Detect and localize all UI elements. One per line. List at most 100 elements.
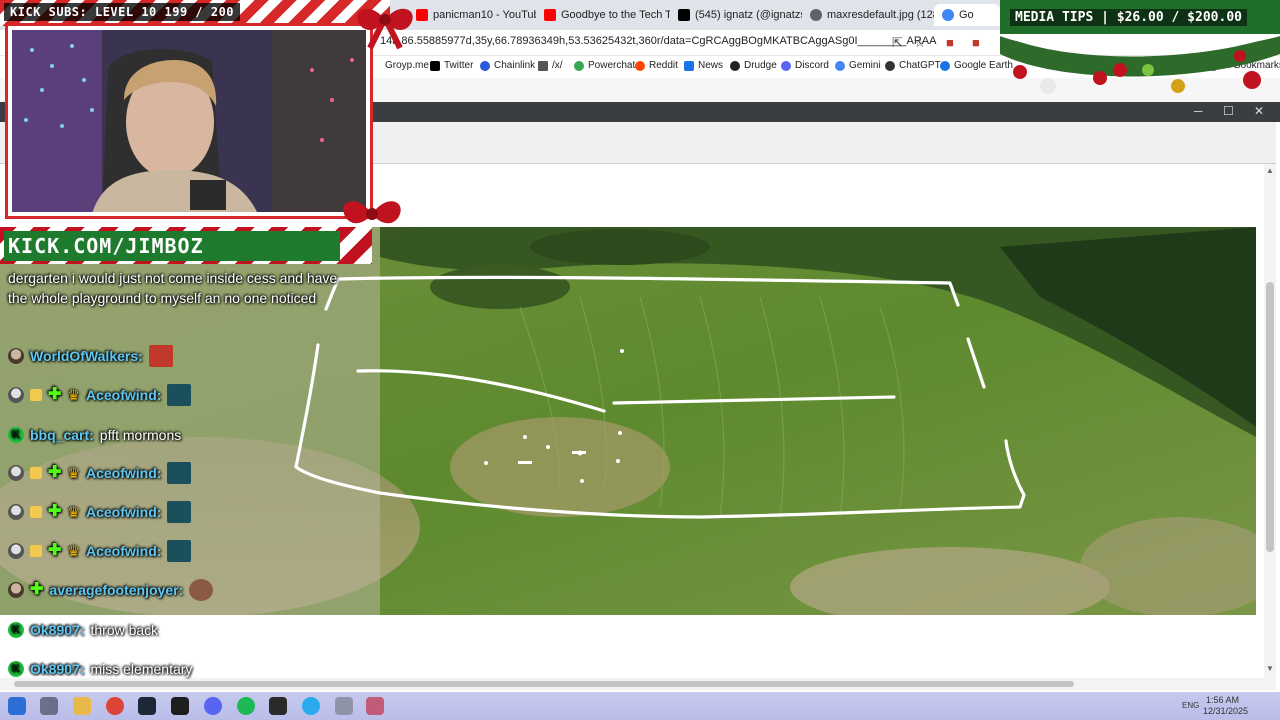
- chat-username[interactable]: Aceofwind:: [86, 543, 161, 559]
- chat-message: ✚ ♛ Aceofwind:: [8, 500, 192, 524]
- sub-gifter-badge-icon: ✚: [30, 581, 44, 598]
- bookmark-label: /x/: [552, 60, 563, 71]
- bookmark-label: Drudge: [744, 60, 777, 71]
- chrome-icon[interactable]: [106, 697, 124, 715]
- chat-username[interactable]: bbq_cart:: [30, 427, 94, 443]
- bookmark-label: Gemini: [849, 60, 881, 71]
- sub-gifter-badge-icon: ✚: [48, 464, 62, 481]
- discord-icon[interactable]: [204, 697, 222, 715]
- chat-username[interactable]: WorldOfWalkers:: [30, 348, 143, 364]
- media-tips-bar: MEDIA TIPS | $26.00 / $200.00: [1000, 0, 1280, 34]
- bookmark-label: ChatGPT: [899, 60, 941, 71]
- media-tips-text: MEDIA TIPS | $26.00 / $200.00: [1010, 9, 1247, 26]
- start-icon[interactable]: [8, 697, 26, 715]
- minimize-icon[interactable]: ─: [1194, 104, 1203, 118]
- crown-badge-icon: ♛: [67, 465, 80, 481]
- bookmark-gemini[interactable]: Gemini: [835, 60, 881, 71]
- chat-username[interactable]: Aceofwind:: [86, 387, 161, 403]
- tab-youtube[interactable]: panicman10 - YouTube ✕: [408, 4, 536, 26]
- extension-icon[interactable]: ■: [946, 35, 954, 50]
- bookmark-drudge[interactable]: Drudge: [730, 60, 777, 71]
- terminal-icon[interactable]: [171, 697, 189, 715]
- chat-username[interactable]: averagefootenjoyer:: [49, 582, 183, 598]
- crown-badge-icon: ♛: [67, 504, 80, 520]
- maximize-icon[interactable]: ☐: [1223, 104, 1234, 118]
- bookmark-groyp[interactable]: Groyp.me: [385, 60, 429, 71]
- avatar: [8, 582, 24, 598]
- url-field[interactable]: 14a,86.55885977d,35y,66.78936349h,53.536…: [380, 35, 936, 47]
- subscriber-badge-icon: [30, 467, 42, 479]
- chat-message: ✚ averagefootenjoyer:: [8, 578, 214, 602]
- bookmark-reddit[interactable]: Reddit: [635, 60, 678, 71]
- scroll-up-icon[interactable]: ▲: [1266, 166, 1274, 175]
- sub-gifter-badge-icon: ✚: [48, 503, 62, 520]
- telegram-icon[interactable]: [302, 697, 320, 715]
- obs-icon[interactable]: [366, 697, 384, 715]
- scroll-down-icon[interactable]: ▼: [1266, 664, 1274, 673]
- sub-gifter-badge-icon: ✚: [48, 386, 62, 403]
- steam-icon[interactable]: [138, 697, 156, 715]
- app-icon[interactable]: [335, 697, 353, 715]
- bookmark-chainlink[interactable]: Chainlink: [480, 60, 535, 71]
- tab-google-earth[interactable]: Go: [934, 4, 1000, 26]
- youtube-icon: [544, 9, 556, 21]
- bookmark-x-board[interactable]: /x/: [538, 60, 563, 71]
- install-app-icon[interactable]: ⇱: [892, 35, 903, 51]
- chat-username[interactable]: Ok8907:: [30, 661, 84, 677]
- gemini-icon: [835, 60, 845, 71]
- task-view-icon[interactable]: [40, 697, 58, 715]
- chat-emote: [167, 462, 192, 484]
- x-icon: [678, 9, 690, 21]
- clock-time[interactable]: 1:56 AM: [1206, 695, 1239, 705]
- subs-goal-bar: KICK SUBS: LEVEL 10 199 / 200: [0, 0, 390, 26]
- bookmark-star-icon[interactable]: ☆: [914, 35, 926, 51]
- bookmark-powerchat[interactable]: Powerchat: [574, 60, 635, 71]
- news-icon: [684, 60, 694, 71]
- powerchat-icon: [574, 60, 584, 71]
- avatar: [8, 543, 24, 559]
- file-explorer-icon[interactable]: [73, 697, 91, 715]
- clock-date[interactable]: 12/31/2025: [1203, 706, 1248, 716]
- google-icon: [942, 9, 954, 21]
- bookmark-label: Reddit: [649, 60, 678, 71]
- vertical-scrollbar[interactable]: ▲ ▼: [1264, 164, 1276, 678]
- bookmark-label: News: [698, 60, 724, 71]
- tab-image[interactable]: maxresdefault.jpg (128 ✕: [802, 4, 934, 26]
- x-icon: [430, 60, 440, 71]
- spotify-icon[interactable]: [237, 697, 255, 715]
- crown-badge-icon: ♛: [67, 387, 80, 403]
- chat-emote: [167, 540, 192, 562]
- extension-icon[interactable]: ■: [972, 35, 980, 50]
- bookmark-label: Discord: [795, 60, 829, 71]
- tab-x[interactable]: (545) ignatz (@ignatzs ✕: [670, 4, 802, 26]
- language-indicator[interactable]: ENG: [1182, 701, 1199, 710]
- screen: panicman10 - YouTube ✕ Goodbye to the Te…: [0, 0, 1280, 720]
- app-icon[interactable]: [269, 697, 287, 715]
- tab-video[interactable]: Goodbye to the Tech T ✕: [536, 4, 670, 26]
- chainlink-icon: [480, 60, 490, 71]
- bookmark-label: Powerchat: [588, 60, 636, 71]
- bookmark-label: Chainlink: [494, 60, 536, 71]
- tab-label: maxresdefault.jpg (128: [827, 9, 934, 21]
- bookmark-twitter[interactable]: Twitter: [430, 60, 473, 71]
- grid-icon: [538, 60, 548, 71]
- bookmark-news[interactable]: News: [684, 60, 723, 71]
- bookmark-label: Groyp.me: [385, 60, 429, 71]
- chat-emote: [189, 579, 214, 601]
- bookmark-discord[interactable]: Discord: [781, 60, 829, 71]
- kick-badge-icon: K: [8, 661, 24, 677]
- chat-username[interactable]: Ok8907:: [30, 622, 84, 638]
- close-icon[interactable]: ✕: [1254, 104, 1264, 118]
- chat-message: WorldOfWalkers:: [8, 344, 173, 368]
- avatar: [8, 504, 24, 520]
- vertical-scroll-thumb[interactable]: [1266, 282, 1274, 552]
- chat-username[interactable]: Aceofwind:: [86, 504, 161, 520]
- kick-badge-icon: K: [8, 427, 24, 443]
- channel-url-text: KICK.COM/JIMBOZ: [4, 231, 340, 261]
- bookmark-chatgpt[interactable]: ChatGPT: [885, 60, 941, 71]
- webcam-image: [12, 30, 366, 212]
- chat-message-text: throw back: [90, 622, 159, 638]
- chat-username[interactable]: Aceofwind:: [86, 465, 161, 481]
- chat-message: ✚ ♛ Aceofwind:: [8, 383, 192, 407]
- tab-label: (545) ignatz (@ignatzs: [695, 9, 802, 21]
